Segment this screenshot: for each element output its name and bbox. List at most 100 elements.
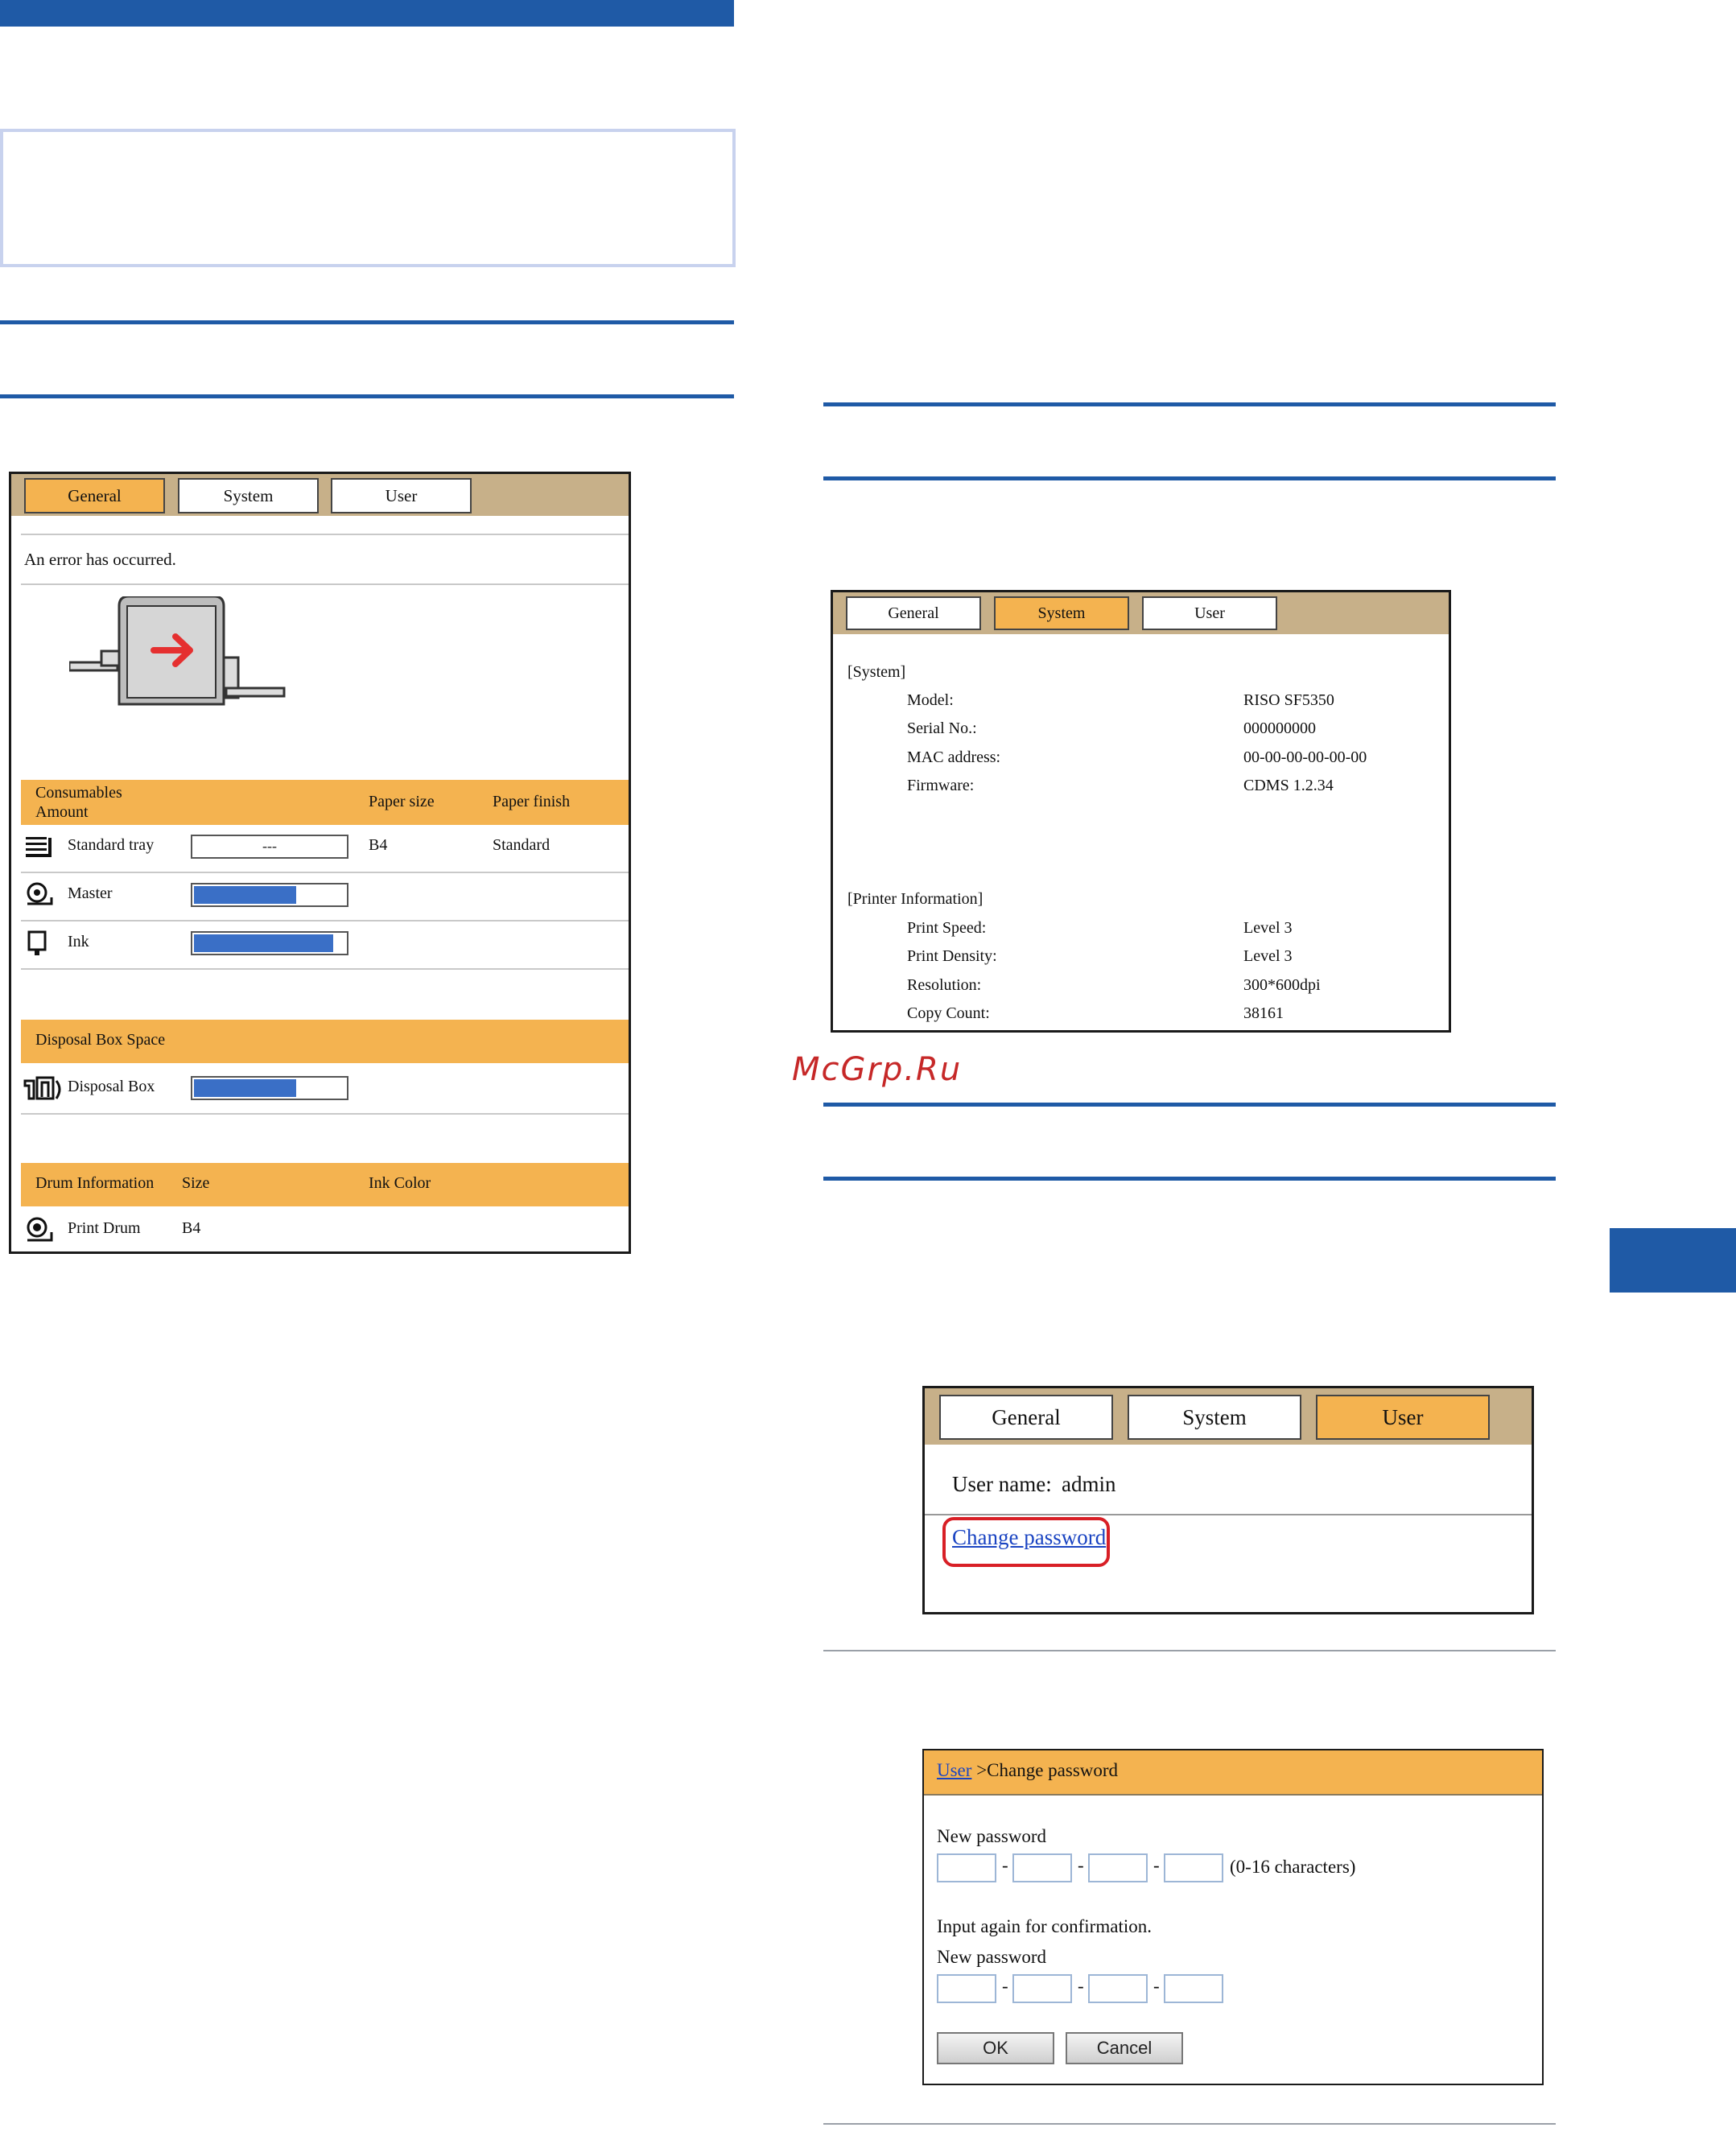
tab-general[interactable]: General: [24, 478, 165, 513]
consumables-header-label: Consumables Amount: [35, 784, 122, 821]
divider: [823, 2123, 1556, 2125]
disposal-header-label: Disposal Box Space: [35, 1031, 166, 1049]
breadcrumb-current: >Change password: [971, 1760, 1119, 1780]
system-section-heading: [System]: [847, 663, 906, 681]
tab-system[interactable]: System: [1128, 1395, 1301, 1440]
separator: -: [1002, 1855, 1008, 1875]
ink-label: Ink: [68, 933, 89, 950]
ok-button[interactable]: OK: [937, 2032, 1054, 2064]
tab-system[interactable]: System: [178, 478, 319, 513]
disposal-box-level-fill: [194, 1079, 296, 1097]
standard-tray-label: Standard tray: [68, 836, 155, 854]
mac-value: 00-00-00-00-00-00: [1243, 748, 1367, 766]
drum-info-header-label: Drum Information: [35, 1174, 155, 1192]
watermark: McGrp.Ru: [792, 1051, 963, 1088]
tab-user[interactable]: User: [1316, 1395, 1490, 1440]
divider: [21, 1113, 629, 1115]
user-name-value: admin: [1062, 1472, 1116, 1496]
standard-tray-value: ---: [262, 838, 277, 854]
print-drum-label: Print Drum: [68, 1219, 141, 1237]
standard-tray-meter: ---: [191, 835, 348, 859]
paper-tray-icon: [26, 837, 52, 857]
master-level-fill: [194, 886, 296, 904]
divider: [21, 968, 629, 970]
divider: [21, 872, 629, 873]
ink-meter: [191, 931, 348, 955]
confirm-password-field-4[interactable]: [1164, 1974, 1223, 2003]
section-rule: [0, 394, 734, 398]
master-meter: [191, 883, 348, 907]
separator: -: [1153, 1855, 1160, 1875]
standard-tray-paper-size: B4: [369, 836, 388, 854]
new-password-field-2[interactable]: [1012, 1853, 1072, 1882]
mac-label: MAC address:: [907, 748, 1001, 766]
new-password-label: New password: [937, 1826, 1047, 1846]
separator: -: [1153, 1976, 1160, 1996]
resolution-value: 300*600dpi: [1243, 976, 1321, 994]
firmware-label: Firmware:: [907, 777, 975, 794]
confirm-password-field-1[interactable]: [937, 1974, 996, 2003]
ink-cartridge-icon: [27, 930, 47, 955]
print-speed-label: Print Speed:: [907, 919, 987, 937]
section-rule: [0, 320, 734, 324]
divider: [21, 920, 629, 922]
divider: [21, 534, 629, 535]
new-password-field-1[interactable]: [937, 1853, 996, 1882]
print-speed-value: Level 3: [1243, 919, 1293, 937]
tab-general[interactable]: General: [939, 1395, 1113, 1440]
section-rule: [823, 402, 1556, 406]
confirm-password-label: New password: [937, 1947, 1047, 1967]
resolution-label: Resolution:: [907, 976, 982, 994]
character-limit-hint: (0-16 characters): [1230, 1857, 1356, 1877]
user-panel: General System User User name: admin Cha…: [922, 1386, 1534, 1614]
separator: -: [1078, 1855, 1084, 1875]
disposal-box-icon: [23, 1076, 61, 1100]
section-rule: [823, 476, 1556, 480]
master-label: Master: [68, 884, 113, 902]
disposal-box-meter: [191, 1076, 348, 1100]
tab-general[interactable]: General: [846, 596, 981, 630]
separator: -: [1078, 1976, 1084, 1996]
paper-size-header: Paper size: [369, 793, 435, 810]
printer-section-heading: [Printer Information]: [847, 890, 983, 908]
tab-user[interactable]: User: [1142, 596, 1277, 630]
serial-value: 000000000: [1243, 719, 1316, 737]
paper-finish-header: Paper finish: [493, 793, 571, 810]
print-drum-size: B4: [182, 1219, 201, 1237]
new-password-field-3[interactable]: [1088, 1853, 1148, 1882]
breadcrumb: User >Change password: [937, 1760, 1118, 1781]
separator: -: [1002, 1976, 1008, 1996]
model-label: Model:: [907, 691, 954, 709]
model-value: RISO SF5350: [1243, 691, 1334, 709]
standard-tray-paper-finish: Standard: [493, 836, 550, 854]
print-drum-icon: [27, 1217, 53, 1242]
chapter-tab: [1610, 1228, 1736, 1293]
print-density-label: Print Density:: [907, 947, 997, 965]
drum-size-header: Size: [182, 1174, 210, 1192]
print-density-value: Level 3: [1243, 947, 1293, 965]
confirm-password-field-3[interactable]: [1088, 1974, 1148, 2003]
tab-system[interactable]: System: [994, 596, 1129, 630]
breadcrumb-user-link[interactable]: User: [937, 1760, 971, 1780]
printer-error-illustration: [69, 596, 286, 706]
divider: [21, 583, 629, 585]
note-box: [0, 129, 736, 267]
change-password-panel: User >Change password New password - - -…: [922, 1749, 1544, 2085]
tab-user[interactable]: User: [331, 478, 472, 513]
section-rule: [823, 1103, 1556, 1107]
serial-label: Serial No.:: [907, 719, 977, 737]
new-password-field-4[interactable]: [1164, 1853, 1223, 1882]
firmware-value: CDMS 1.2.34: [1243, 777, 1334, 794]
copy-count-value: 38161: [1243, 1004, 1284, 1022]
divider: [925, 1514, 1532, 1515]
confirm-instruction: Input again for confirmation.: [937, 1916, 1152, 1936]
status-message: An error has occurred.: [24, 550, 176, 569]
drum-ink-color-header: Ink Color: [369, 1174, 431, 1192]
master-roll-icon: [27, 882, 53, 905]
system-info-panel: General System User [System] Model: RISO…: [831, 590, 1451, 1033]
cancel-button[interactable]: Cancel: [1066, 2032, 1183, 2064]
divider: [823, 1650, 1556, 1651]
confirm-password-field-2[interactable]: [1012, 1974, 1072, 2003]
section-rule: [823, 1177, 1556, 1181]
change-password-link[interactable]: Change password: [952, 1525, 1106, 1550]
